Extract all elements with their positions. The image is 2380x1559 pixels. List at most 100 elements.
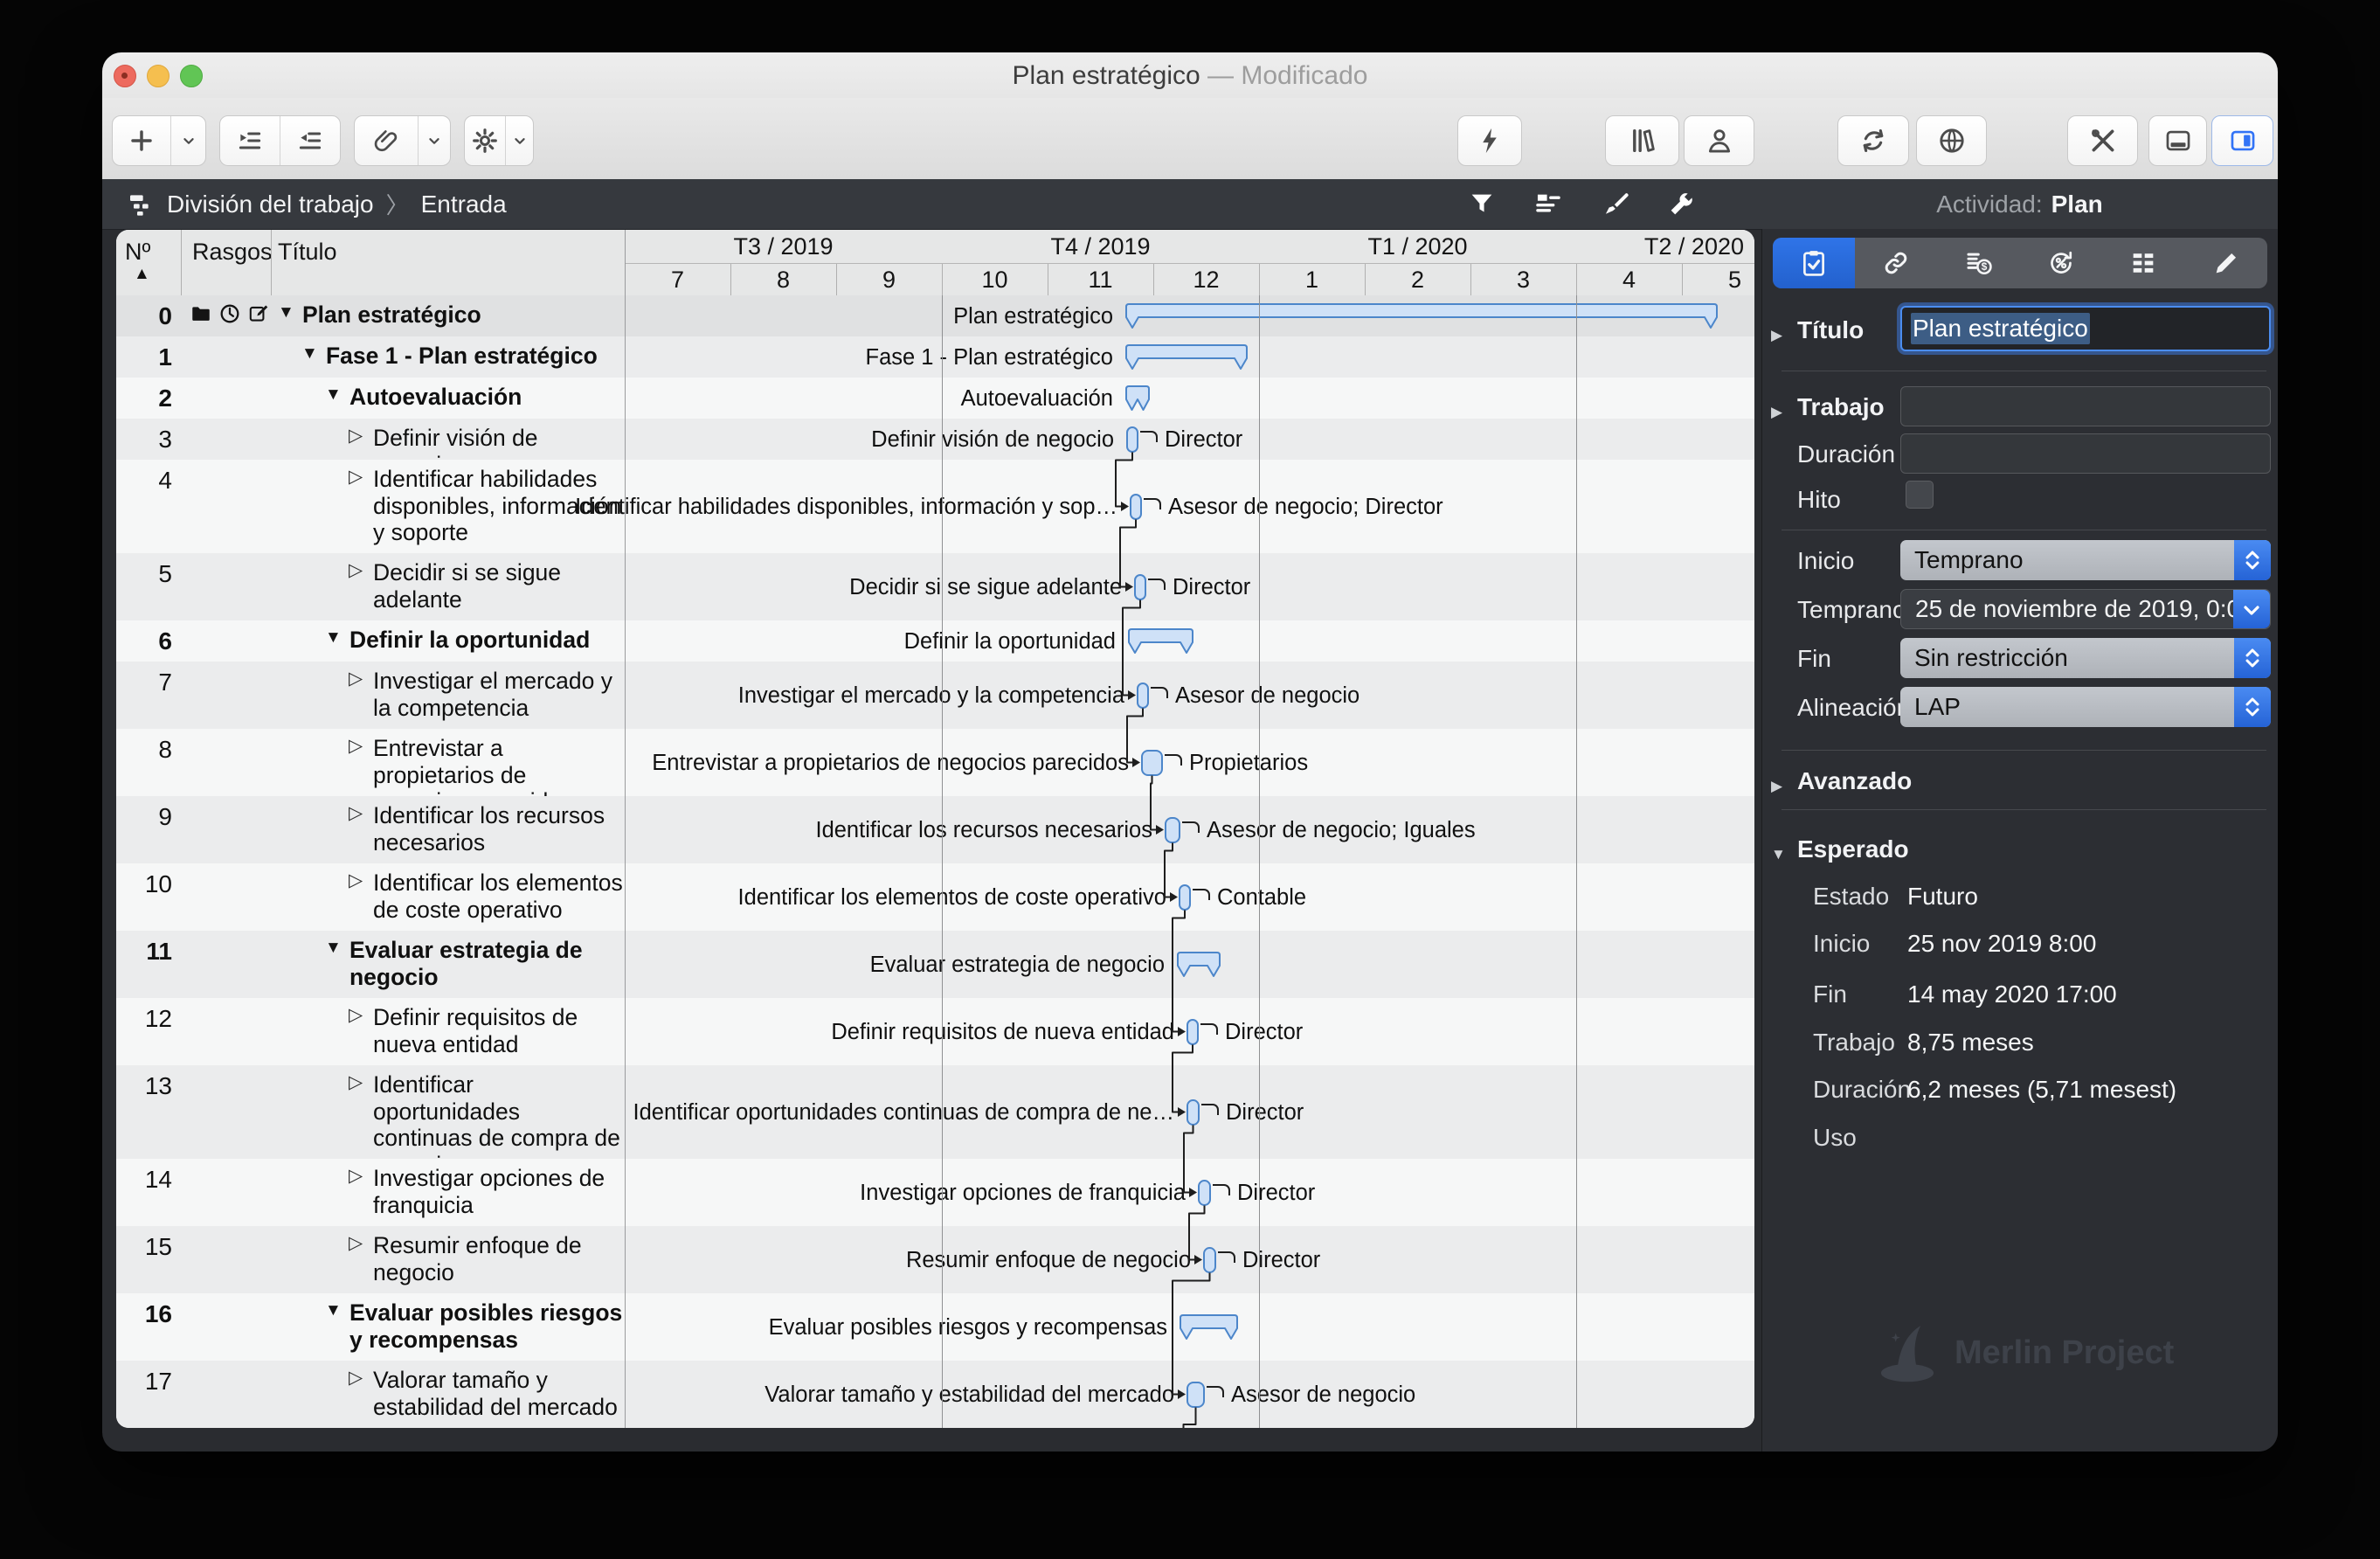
- toolbar-button-gear[interactable]: [465, 116, 505, 165]
- filter-icon[interactable]: [1467, 190, 1497, 219]
- inspector-tab-percent[interactable]: [2020, 238, 2102, 288]
- outline-icon[interactable]: [1533, 190, 1563, 219]
- table-row-15[interactable]: 15▷Resumir enfoque de negocioResumir enf…: [116, 1226, 1754, 1293]
- table-row-0[interactable]: 0▼Plan estratégicoPlan estratégico: [116, 295, 1754, 336]
- table-row-12[interactable]: 12▷Definir requisitos de nueva entidadDe…: [116, 998, 1754, 1065]
- table-row-6[interactable]: 6▼Definir la oportunidadDefinir la oport…: [116, 620, 1754, 662]
- gantt-task-bar[interactable]: [1187, 1382, 1205, 1408]
- fin-select[interactable]: Sin restricción: [1900, 638, 2271, 678]
- task-title[interactable]: Valorar tamaño y estabilidad del mercado: [271, 1367, 625, 1420]
- gantt-task-bar[interactable]: [1126, 426, 1138, 453]
- toolbar-button-paperclip[interactable]: [355, 116, 418, 165]
- table-row-8[interactable]: 8▷Entrevistar a propietarios de negocios…: [116, 729, 1754, 796]
- esperado-fin-label: Fin: [1813, 980, 1847, 1008]
- task-title[interactable]: Identificar los recursos necesarios: [271, 802, 625, 856]
- resource-connector: [1200, 1023, 1218, 1035]
- task-title[interactable]: Fase 1 - Plan estratégico: [271, 343, 625, 370]
- disclosure-esperado[interactable]: ▼: [1771, 846, 1786, 863]
- gantt-summary-bar[interactable]: [1125, 344, 1248, 371]
- inspector-tab-pencil[interactable]: [2185, 238, 2267, 288]
- gantt-task-bar[interactable]: [1141, 750, 1163, 776]
- task-title[interactable]: Identificar habilidades disponibles, inf…: [271, 466, 625, 546]
- task-title[interactable]: Investigar opciones de franquicia: [271, 1165, 625, 1218]
- gantt-task-bar[interactable]: [1179, 884, 1191, 911]
- toolbar-button-outdent[interactable]: [280, 116, 340, 165]
- task-title[interactable]: Evaluar posibles riesgos y recompensas: [271, 1299, 625, 1353]
- titulo-input[interactable]: Plan estratégico: [1900, 306, 2271, 351]
- toolbar-button-chevron-down[interactable]: [418, 116, 450, 165]
- toolbar-button-person[interactable]: [1684, 115, 1754, 166]
- gantt-task-bar[interactable]: [1198, 1180, 1211, 1206]
- toolbar-button-panel-bottom[interactable]: [2148, 115, 2207, 166]
- task-title[interactable]: Decidir si se sigue adelante: [271, 559, 625, 613]
- hito-checkbox[interactable]: [1906, 481, 1934, 509]
- task-title[interactable]: Definir requisitos de nueva entidad: [271, 1004, 625, 1057]
- task-title[interactable]: Plan estratégico: [271, 301, 625, 329]
- inicio-select[interactable]: Temprano: [1900, 540, 2271, 580]
- toolbar-button-panel-right[interactable]: [2211, 115, 2273, 166]
- gantt-task-bar[interactable]: [1165, 817, 1180, 843]
- table-row-7[interactable]: 7▷Investigar el mercado y la competencia…: [116, 662, 1754, 729]
- table-row-3[interactable]: 3▷Definir visión de negocioDefinir visió…: [116, 419, 1754, 460]
- gantt-summary-bar[interactable]: [1125, 303, 1718, 329]
- column-header-titulo[interactable]: Título: [278, 239, 337, 266]
- table-row-17[interactable]: 17▷Valorar tamaño y estabilidad del merc…: [116, 1361, 1754, 1428]
- column-header-num[interactable]: Nº: [125, 239, 150, 266]
- column-header-rasgos[interactable]: Rasgos: [192, 239, 273, 266]
- table-row-11[interactable]: 11▼Evaluar estrategia de negocioEvaluar …: [116, 931, 1754, 998]
- gantt-summary-bar[interactable]: [1128, 628, 1193, 655]
- task-title[interactable]: Evaluar estrategia de negocio: [271, 937, 625, 990]
- breadcrumb-item[interactable]: Entrada: [421, 191, 507, 218]
- task-title[interactable]: Definir la oportunidad: [271, 627, 625, 654]
- month-header: 3: [1470, 267, 1576, 293]
- task-title[interactable]: Resumir enfoque de negocio: [271, 1232, 625, 1285]
- disclosure-titulo[interactable]: ▶: [1771, 327, 1782, 344]
- inspector-tab-groups[interactable]: [2102, 238, 2184, 288]
- gantt-bar-label: Valorar tamaño y estabilidad del mercado: [765, 1382, 1174, 1408]
- gantt-task-bar[interactable]: [1134, 574, 1146, 600]
- inspector-tab-cost[interactable]: $: [1938, 238, 2020, 288]
- alineacion-select[interactable]: LAP: [1900, 687, 2271, 727]
- gantt-summary-bar[interactable]: [1180, 1314, 1238, 1341]
- table-row-1[interactable]: 1▼Fase 1 - Plan estratégicoFase 1 - Plan…: [116, 336, 1754, 378]
- gantt-task-bar[interactable]: [1203, 1247, 1216, 1273]
- toolbar-button-library[interactable]: [1605, 115, 1679, 166]
- toolbar-group-insert: [112, 115, 206, 166]
- gantt-task-bar[interactable]: [1187, 1099, 1200, 1126]
- duracion-input[interactable]: [1900, 433, 2271, 474]
- toolbar-button-indent[interactable]: [220, 116, 280, 165]
- gantt-summary-bar[interactable]: [1177, 952, 1221, 978]
- stepper-icon: [2234, 687, 2271, 727]
- gantt-task-bar[interactable]: [1130, 494, 1142, 520]
- toolbar-button-chevron-down[interactable]: [170, 116, 205, 165]
- brush-icon[interactable]: [1600, 190, 1629, 219]
- gantt-task-bar[interactable]: [1137, 682, 1149, 709]
- toolbar-button-tools[interactable]: [2067, 115, 2138, 166]
- task-title[interactable]: Identificar los elementos de coste opera…: [271, 870, 625, 923]
- table-row-9[interactable]: 9▷Identificar los recursos necesariosIde…: [116, 796, 1754, 863]
- toolbar-button-sync[interactable]: [1837, 115, 1909, 166]
- breadcrumb-item[interactable]: División del trabajo: [167, 191, 374, 218]
- toolbar-button-chevron-down[interactable]: [505, 116, 533, 165]
- inspector-tab-chain[interactable]: [1855, 238, 1937, 288]
- wrench-icon[interactable]: [1666, 190, 1696, 219]
- inspector-tab-clipboard-check[interactable]: [1773, 238, 1855, 288]
- toolbar-button-plus[interactable]: [113, 116, 170, 165]
- table-row-10[interactable]: 10▷Identificar los elementos de coste op…: [116, 863, 1754, 931]
- table-row-16[interactable]: 16▼Evaluar posibles riesgos y recompensa…: [116, 1293, 1754, 1361]
- gantt-summary-bar[interactable]: [1125, 385, 1150, 412]
- table-row-4[interactable]: 4▷Identificar habilidades disponibles, i…: [116, 460, 1754, 553]
- disclosure-avanzado[interactable]: ▶: [1771, 778, 1782, 795]
- toolbar-button-globe[interactable]: [1916, 115, 1987, 166]
- task-title[interactable]: Investigar el mercado y la competencia: [271, 668, 625, 721]
- trabajo-input[interactable]: [1900, 386, 2271, 426]
- temprano-date-field[interactable]: 25 de noviembre de 2019, 0:00: [1900, 589, 2271, 629]
- toolbar-button-bolt[interactable]: [1457, 115, 1522, 166]
- gantt-task-bar[interactable]: [1187, 1019, 1199, 1045]
- table-row-13[interactable]: 13▷Identificar oportunidades continuas d…: [116, 1065, 1754, 1159]
- table-row-2[interactable]: 2▼AutoevaluaciónAutoevaluación: [116, 378, 1754, 419]
- table-row-5[interactable]: 5▷Decidir si se sigue adelanteDecidir si…: [116, 553, 1754, 620]
- table-row-14[interactable]: 14▷Investigar opciones de franquiciaInve…: [116, 1159, 1754, 1226]
- disclosure-trabajo[interactable]: ▶: [1771, 404, 1782, 421]
- task-title[interactable]: Autoevaluación: [271, 384, 625, 411]
